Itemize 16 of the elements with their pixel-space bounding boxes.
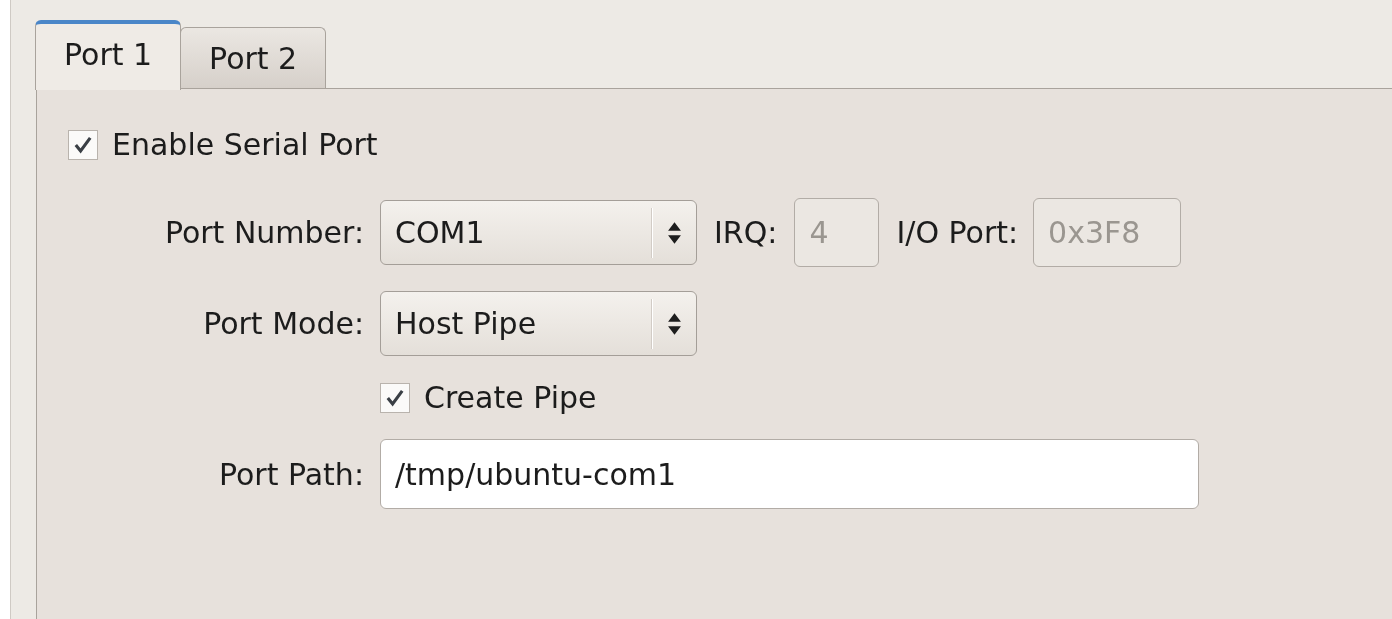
tab[interactable]: Port 1 (35, 20, 182, 90)
up-down-icon (667, 310, 682, 337)
port-path-field[interactable]: /tmp/ubuntu-com1 (380, 439, 1199, 509)
field-label: I/O Port: (896, 215, 1019, 250)
field-label: IRQ: (714, 215, 778, 250)
port-mode-dropdown[interactable]: Host Pipe (380, 291, 697, 356)
field-label: Port Mode: (202, 306, 364, 341)
checkbox[interactable] (68, 129, 98, 160)
checkbox[interactable] (380, 382, 410, 413)
field-label: Port Number: (163, 215, 364, 250)
checkbox-label[interactable]: Enable Serial Port (112, 127, 378, 162)
up-down-icon (667, 219, 682, 246)
tab[interactable]: Port 2 (180, 27, 327, 88)
checkbox-label[interactable]: Create Pipe (424, 380, 597, 415)
port-number-dropdown[interactable]: COM1 (380, 200, 697, 265)
field-label: Port Path: (217, 456, 364, 492)
